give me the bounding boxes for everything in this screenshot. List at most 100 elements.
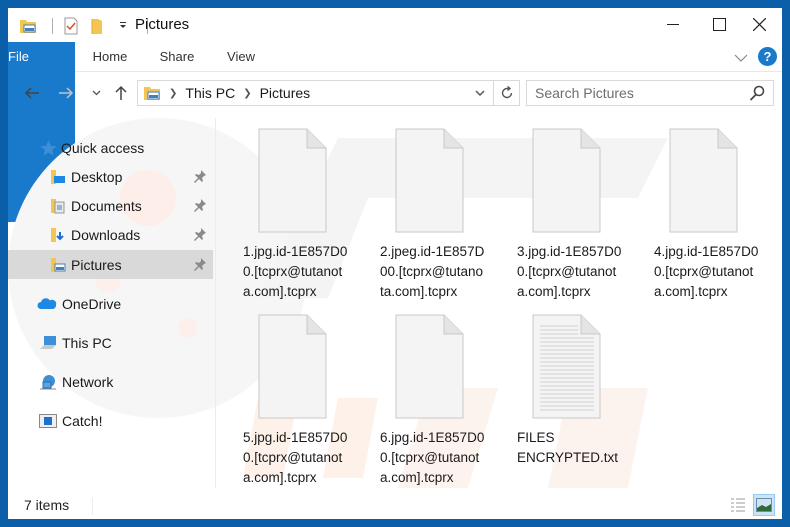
documents-folder-icon (49, 197, 67, 215)
item-count: 7 items (24, 497, 70, 513)
navigation-bar: ❯ This PC ❯ Pictures (8, 78, 782, 108)
file-name: 1.jpg.id-1E857D0 0.[tcprx@tutanot a.com].t… (243, 244, 348, 299)
minimize-button[interactable] (650, 8, 696, 40)
chevron-down-icon (92, 90, 100, 96)
this-pc-icon (38, 334, 58, 352)
file-list: 1.jpg.id-1E857D0 0.[tcprx@tutanot a.com].t… (223, 126, 778, 496)
up-button[interactable] (110, 80, 132, 106)
sidebar-item-label: Documents (71, 197, 142, 214)
minimize-icon (667, 24, 679, 25)
file-name: FILES ENCRYPTED.txt (517, 430, 619, 465)
sidebar-item-label: Quick access (61, 139, 145, 156)
expand-ribbon-button[interactable] (734, 50, 748, 68)
search-input[interactable] (527, 85, 737, 101)
arrow-up-icon (115, 85, 127, 100)
sidebar-item-onedrive[interactable]: OneDrive (8, 289, 213, 318)
file-name: 4.jpg.id-1E857D0 0.[tcprx@tutanot a.com].t… (654, 244, 759, 299)
recent-locations-button[interactable] (88, 80, 104, 106)
pane-divider[interactable] (215, 118, 216, 488)
desktop-folder-icon (49, 168, 67, 186)
sidebar-item-documents[interactable]: Documents (8, 191, 213, 220)
pin-icon[interactable] (193, 169, 207, 186)
blank-file-icon (532, 128, 601, 233)
file-explorer-window: Pictures File Home Share View ? ❯ This P… (8, 8, 782, 519)
large-icons-view-button[interactable] (753, 494, 775, 516)
refresh-button[interactable] (493, 81, 519, 105)
file-name: 6.jpg.id-1E857D0 0.[tcprx@tutanot a.com].t… (380, 430, 485, 485)
ribbon: File Home Share View ? (8, 42, 782, 222)
tab-home[interactable]: Home (84, 42, 136, 72)
sidebar-item-label: Downloads (71, 226, 141, 243)
help-icon: ? (763, 49, 772, 64)
file-item[interactable]: 6.jpg.id-1E857D0 0.[tcprx@tutanot a.com].t… (360, 312, 490, 492)
window-title: Pictures (135, 16, 190, 33)
file-item[interactable]: 1.jpg.id-1E857D0 0.[tcprx@tutanot a.com].t… (223, 126, 353, 306)
arrow-right-icon (59, 87, 74, 99)
tab-share[interactable]: Share (154, 42, 200, 72)
arrow-left-icon (24, 87, 39, 99)
sidebar-item-label: Pictures (71, 256, 122, 273)
blank-file-icon (258, 314, 327, 419)
search-box[interactable] (526, 80, 774, 106)
address-history-dropdown[interactable] (469, 81, 491, 105)
file-item[interactable]: 4.jpg.id-1E857D0 0.[tcprx@tutanot a.com].t… (634, 126, 764, 306)
blank-file-icon (395, 128, 464, 233)
chevron-down-icon (734, 54, 748, 62)
breadcrumb-separator-icon[interactable]: ❯ (169, 88, 177, 99)
breadcrumb-this-pc[interactable]: This PC (185, 85, 235, 101)
network-icon (38, 373, 58, 391)
refresh-icon (501, 86, 512, 99)
pin-icon[interactable] (193, 227, 207, 244)
toolbar-separator (52, 18, 53, 34)
pictures-folder-icon (18, 17, 38, 35)
sidebar-item-label: Catch! (62, 412, 103, 429)
status-separator (92, 498, 93, 515)
file-item[interactable]: 3.jpg.id-1E857D0 0.[tcprx@tutanot a.com].t… (497, 126, 627, 306)
sidebar-item-quick-access[interactable]: Quick access (8, 133, 213, 162)
file-item[interactable]: 2.jpeg.id-1E857D 00.[tcprx@tutano ta.com].… (360, 126, 490, 306)
blank-file-icon (395, 314, 464, 419)
pictures-folder-icon (143, 85, 161, 101)
address-bar[interactable]: ❯ This PC ❯ Pictures (137, 80, 520, 106)
breadcrumb-separator-icon[interactable]: ❯ (243, 88, 251, 99)
breadcrumb-pictures[interactable]: Pictures (260, 85, 311, 101)
blank-file-icon (669, 128, 738, 233)
sidebar-item-desktop[interactable]: Desktop (8, 162, 213, 191)
new-folder-icon[interactable] (87, 17, 107, 35)
back-button[interactable] (20, 80, 44, 106)
sidebar-item-this-pc[interactable]: This PC (8, 328, 213, 357)
details-view-button[interactable] (727, 494, 749, 516)
sidebar-item-label: Network (62, 373, 114, 390)
close-button[interactable] (736, 8, 782, 40)
file-item[interactable]: 5.jpg.id-1E857D0 0.[tcprx@tutanot a.com].t… (223, 312, 353, 492)
downloads-folder-icon (49, 226, 67, 244)
onedrive-icon (36, 295, 58, 313)
forward-button[interactable] (54, 80, 78, 106)
properties-icon[interactable] (61, 17, 81, 35)
sidebar-item-network[interactable]: Network (8, 367, 213, 396)
pin-icon[interactable] (193, 198, 207, 215)
sidebar-item-catch[interactable]: Catch! (8, 406, 213, 435)
close-icon (752, 17, 766, 31)
blank-file-icon (258, 128, 327, 233)
navigation-pane: Quick access Desktop Documents Downloads… (8, 128, 215, 488)
sidebar-item-downloads[interactable]: Downloads (8, 220, 213, 249)
sidebar-item-label: This PC (62, 334, 112, 351)
sidebar-item-label: Desktop (71, 168, 123, 185)
sidebar-item-label: OneDrive (62, 295, 122, 312)
help-button[interactable]: ? (758, 47, 777, 66)
search-icon[interactable] (749, 85, 765, 106)
pin-icon[interactable] (193, 257, 207, 274)
file-name: 5.jpg.id-1E857D0 0.[tcprx@tutanot a.com].t… (243, 430, 348, 485)
file-name: 3.jpg.id-1E857D0 0.[tcprx@tutanot a.com].t… (517, 244, 622, 299)
star-icon (39, 139, 57, 157)
sidebar-item-pictures[interactable]: Pictures (8, 250, 213, 279)
file-name: 2.jpeg.id-1E857D 00.[tcprx@tutano ta.com].… (380, 244, 485, 299)
file-item[interactable]: FILES ENCRYPTED.txt (497, 312, 627, 492)
customize-toolbar-dropdown[interactable] (113, 17, 133, 35)
tab-view[interactable]: View (220, 42, 262, 72)
large-icons-view-icon (756, 498, 772, 512)
text-file-icon (532, 314, 601, 419)
details-view-icon (731, 498, 745, 512)
pictures-folder-icon (49, 256, 67, 274)
